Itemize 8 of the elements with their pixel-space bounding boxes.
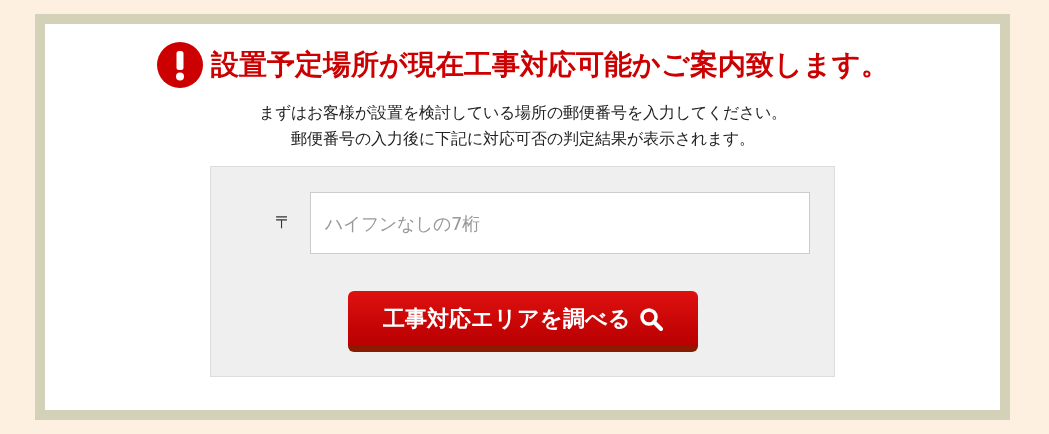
search-icon (638, 306, 663, 331)
description-line: まずはお客様が設置を検討している場所の郵便番号を入力してください。 (258, 102, 787, 124)
postal-mark: 〒 (275, 211, 292, 235)
description-line: 郵便番号の入力後に下記に対応可否の判定結果が表示されます。 (290, 128, 755, 150)
search-button[interactable]: 工事対応エリアを調べる (347, 291, 698, 352)
heading: 設置予定場所が現在工事対応可能かご案内致します。 (210, 47, 889, 83)
postal-code-field[interactable]: ハイフンなしの7桁 (310, 192, 810, 254)
exclamation-icon (156, 42, 203, 88)
